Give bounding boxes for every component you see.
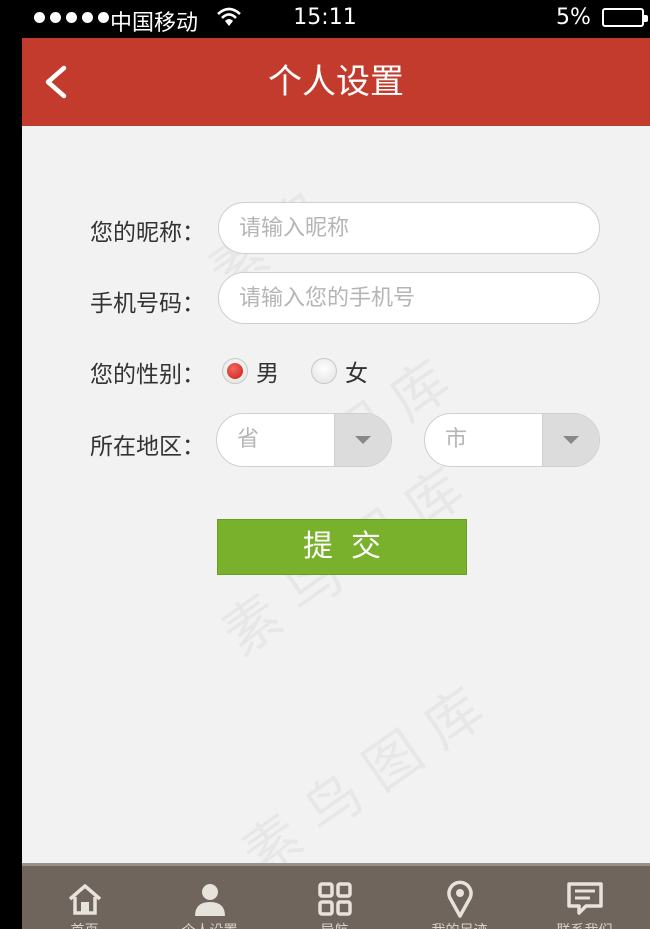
nav-bar: 个人设置 [22,38,650,126]
caret-down-icon [563,436,579,444]
message-icon [567,882,603,915]
tab-label: 个人设置 [147,920,272,929]
tab-label: 导航 [272,920,397,929]
dropdown-button[interactable] [542,414,599,466]
battery-percentage: 5% [556,5,591,30]
province-placeholder: 省 [237,427,260,452]
battery-icon [602,8,648,27]
home-icon [68,884,102,915]
gender-option-male[interactable]: 男 [222,354,279,388]
tab-label: 我的足迹 [397,920,522,929]
region-label: 所在地区： [90,434,205,460]
caret-down-icon [355,436,371,444]
app-screen: 个人设置 素 鸟 图 库 素 鸟 图 库 素 鸟 图 库 您的昵称： 手机号码：… [22,38,650,929]
phone-label: 手机号码： [90,291,205,317]
tab-my-footprint[interactable]: 我的足迹 [397,866,522,929]
location-icon [447,880,473,918]
gender-label: 您的性别： [90,362,205,388]
gender-option-female[interactable]: 女 [311,354,368,388]
city-placeholder: 市 [445,427,468,452]
dropdown-button[interactable] [334,414,391,466]
tab-contact-us[interactable]: 联系我们 [522,866,647,929]
gender-option-label: 男 [256,361,279,387]
city-select[interactable]: 市 [424,413,600,467]
tab-bar: 首页 个人设置 导航 我的足迹 [22,863,650,929]
nickname-input[interactable] [218,202,600,254]
nickname-label: 您的昵称： [90,220,205,246]
grid-icon [318,882,352,916]
tab-label: 首页 [22,920,147,929]
watermark: 素 鸟 图 库 [224,666,498,891]
phone-input[interactable] [218,272,600,324]
province-select[interactable]: 省 [216,413,392,467]
gender-option-label: 女 [345,361,368,387]
tab-home[interactable]: 首页 [22,866,147,929]
user-icon [195,884,225,916]
tab-navigation[interactable]: 导航 [272,866,397,929]
radio-selected-icon[interactable] [222,358,248,384]
tab-profile-settings[interactable]: 个人设置 [147,866,272,929]
page-title: 个人设置 [268,62,404,102]
clock: 15:11 [293,5,357,30]
tab-label: 联系我们 [522,920,647,929]
radio-unselected-icon[interactable] [311,358,337,384]
submit-button[interactable]: 提交 [217,519,467,575]
status-bar: 中国移动 15:11 5% [0,0,650,38]
